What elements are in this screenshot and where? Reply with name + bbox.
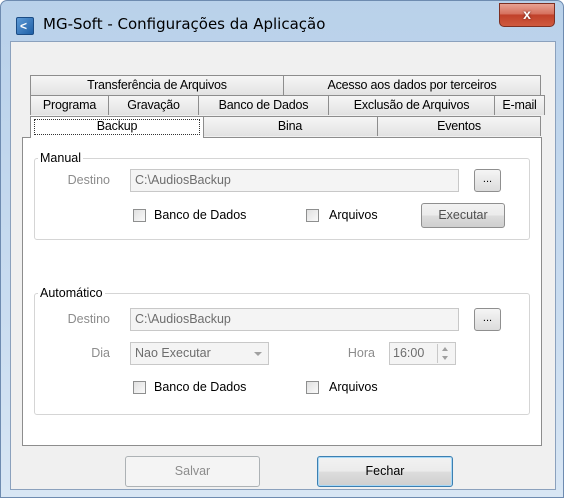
- manual-legend: Manual: [38, 151, 83, 165]
- dia-label: Dia: [91, 346, 110, 360]
- manual-arquivos-label: Arquivos: [329, 208, 378, 222]
- tab-transferencia-arquivos[interactable]: Transferência de Arquivos: [30, 75, 284, 95]
- tab-exclusao-arquivos[interactable]: Exclusão de Arquivos: [328, 95, 495, 115]
- auto-banco-checkbox[interactable]: [133, 381, 146, 394]
- tab-eventos[interactable]: Eventos: [377, 116, 541, 136]
- tab-bina[interactable]: Bina: [202, 116, 378, 136]
- close-button[interactable]: x: [499, 3, 555, 27]
- manual-destino-label: Destino: [67, 173, 110, 187]
- tab-gravacao[interactable]: Gravação: [108, 95, 199, 115]
- hora-spinner[interactable]: 16:00: [389, 342, 456, 365]
- dia-value: Nao Executar: [135, 346, 211, 360]
- app-icon: <: [16, 17, 34, 35]
- window-frame: < MG-Soft - Configurações da Aplicação x…: [0, 0, 564, 498]
- tab-page-backup: Manual Destino C:\AudiosBackup ... Banco…: [22, 137, 542, 446]
- tab-acesso-dados-terceiros[interactable]: Acesso aos dados por terceiros: [283, 75, 541, 95]
- tab-programa[interactable]: Programa: [30, 95, 109, 115]
- manual-browse-button[interactable]: ...: [474, 169, 501, 192]
- close-icon: x: [523, 6, 531, 22]
- spinner-icon[interactable]: [437, 344, 454, 363]
- auto-destino-label: Destino: [67, 312, 110, 326]
- manual-banco-label: Banco de Dados: [154, 208, 247, 222]
- auto-arquivos-checkbox[interactable]: [306, 381, 319, 394]
- manual-banco-checkbox[interactable]: [133, 209, 146, 222]
- automatico-legend: Automático: [38, 286, 105, 300]
- window-title: MG-Soft - Configurações da Aplicação: [43, 15, 326, 33]
- salvar-button[interactable]: Salvar: [125, 456, 260, 487]
- tab-focus-rect: [34, 119, 200, 135]
- chevron-down-icon: [254, 352, 262, 356]
- tab-backup[interactable]: Backup: [30, 116, 204, 138]
- manual-destino-field[interactable]: C:\AudiosBackup: [130, 169, 459, 192]
- title-bar[interactable]: < MG-Soft - Configurações da Aplicação x: [1, 1, 564, 41]
- auto-arquivos-label: Arquivos: [329, 380, 378, 394]
- hora-value: 16:00: [393, 346, 425, 360]
- tab-email[interactable]: E-mail: [494, 95, 545, 115]
- dia-dropdown[interactable]: Nao Executar: [130, 342, 269, 365]
- executar-button[interactable]: Executar: [421, 203, 505, 228]
- manual-arquivos-checkbox[interactable]: [306, 209, 319, 222]
- auto-browse-button[interactable]: ...: [474, 308, 501, 331]
- auto-destino-field[interactable]: C:\AudiosBackup: [130, 308, 459, 331]
- tab-banco-de-dados[interactable]: Banco de Dados: [198, 95, 329, 115]
- hora-label: Hora: [347, 346, 375, 360]
- fechar-button[interactable]: Fechar: [317, 456, 453, 487]
- auto-banco-label: Banco de Dados: [154, 380, 247, 394]
